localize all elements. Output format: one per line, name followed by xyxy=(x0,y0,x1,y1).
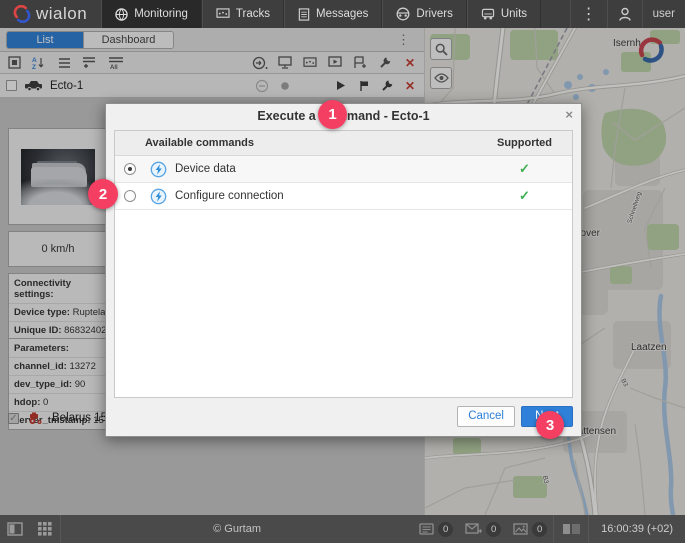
messages-count: 0 xyxy=(486,521,502,537)
cancel-button[interactable]: Cancel xyxy=(457,405,515,427)
layout-icon xyxy=(562,524,580,534)
sidebar-toggle-icon xyxy=(7,522,23,536)
top-navigation-bar: wialon Monitoring Tracks Messages Driver… xyxy=(0,0,685,28)
user-name[interactable]: user xyxy=(641,0,685,28)
brand-text: wialon xyxy=(36,4,88,23)
tab-drivers[interactable]: Drivers xyxy=(382,0,467,28)
tab-label: Drivers xyxy=(416,8,453,20)
tab-label: Tracks xyxy=(235,8,270,20)
notifications-counter[interactable]: 0 xyxy=(413,521,459,537)
clock: 16:00:39 (+02) xyxy=(601,523,673,535)
notifications-count: 0 xyxy=(438,521,454,537)
user-icon xyxy=(618,7,631,21)
radio-configure-connection[interactable] xyxy=(124,190,136,202)
column-available-commands: Available commands xyxy=(145,137,255,149)
step-badge-3: 3 xyxy=(536,411,564,439)
main-area: List Dashboard ⋮ AZ All ✕ Ecto-1 ✕ 0 km/… xyxy=(0,28,685,515)
tab-messages[interactable]: Messages xyxy=(283,0,383,28)
kebab-menu-icon: ⋮ xyxy=(580,6,597,23)
dialog-footer: Cancel Next xyxy=(106,404,581,436)
radio-device-data[interactable] xyxy=(124,163,136,175)
commands-table-header: Available commands Supported xyxy=(115,131,572,156)
command-icon xyxy=(150,161,166,177)
track-icon xyxy=(216,8,230,18)
command-row-configure-connection[interactable]: Configure connection ✓ xyxy=(115,183,572,210)
status-bar: © Gurtam 0 0 0 16:00:39 (+02) xyxy=(0,515,685,543)
command-row-device-data[interactable]: Device data ✓ xyxy=(115,156,572,183)
image-icon xyxy=(513,523,528,535)
supported-check-icon: ✓ xyxy=(519,161,530,176)
tab-label: Messages xyxy=(315,8,369,20)
dialog-close-button[interactable]: × xyxy=(565,107,573,122)
grid-icon xyxy=(38,522,52,536)
more-menu-button[interactable]: ⋮ xyxy=(569,0,607,28)
wialon-logo-icon xyxy=(13,5,31,23)
tab-units[interactable]: Units xyxy=(466,0,542,28)
steering-wheel-icon xyxy=(396,7,410,21)
tab-monitoring[interactable]: Monitoring xyxy=(101,0,202,28)
step-badge-2: 2 xyxy=(88,179,118,209)
messages-counter[interactable]: 0 xyxy=(459,521,507,537)
execute-command-dialog: Execute a Command - Ecto-1 × Available c… xyxy=(105,103,582,437)
supported-check-icon: ✓ xyxy=(519,188,530,203)
notifications-icon xyxy=(419,523,434,535)
media-count: 0 xyxy=(532,521,548,537)
toggle-panel-button[interactable] xyxy=(0,515,30,543)
tab-tracks[interactable]: Tracks xyxy=(201,0,284,28)
user-menu-button[interactable] xyxy=(606,0,642,28)
truck-icon xyxy=(481,8,494,20)
topbar-right-controls: ⋮ user xyxy=(569,0,685,28)
step-badge-1: 1 xyxy=(318,100,347,129)
command-icon xyxy=(150,188,166,204)
copyright: © Gurtam xyxy=(213,523,261,535)
tab-label: Units xyxy=(500,8,528,20)
tab-label: Monitoring xyxy=(134,8,188,20)
layout-button[interactable] xyxy=(554,515,588,543)
apps-grid-button[interactable] xyxy=(30,515,60,543)
globe-icon xyxy=(115,7,128,21)
dialog-body: Available commands Supported Device data… xyxy=(114,130,573,398)
wialon-app: wialon Monitoring Tracks Messages Driver… xyxy=(0,0,685,543)
wialon-logo: wialon xyxy=(0,0,101,28)
command-label: Device data xyxy=(175,163,236,175)
column-supported: Supported xyxy=(497,137,552,149)
main-nav-tabs: Monitoring Tracks Messages Drivers Units xyxy=(101,0,542,28)
commands-table: Available commands Supported Device data… xyxy=(115,131,572,210)
media-counter[interactable]: 0 xyxy=(507,521,553,537)
command-label: Configure connection xyxy=(175,190,284,202)
document-icon xyxy=(298,7,310,21)
mail-icon xyxy=(465,523,483,534)
